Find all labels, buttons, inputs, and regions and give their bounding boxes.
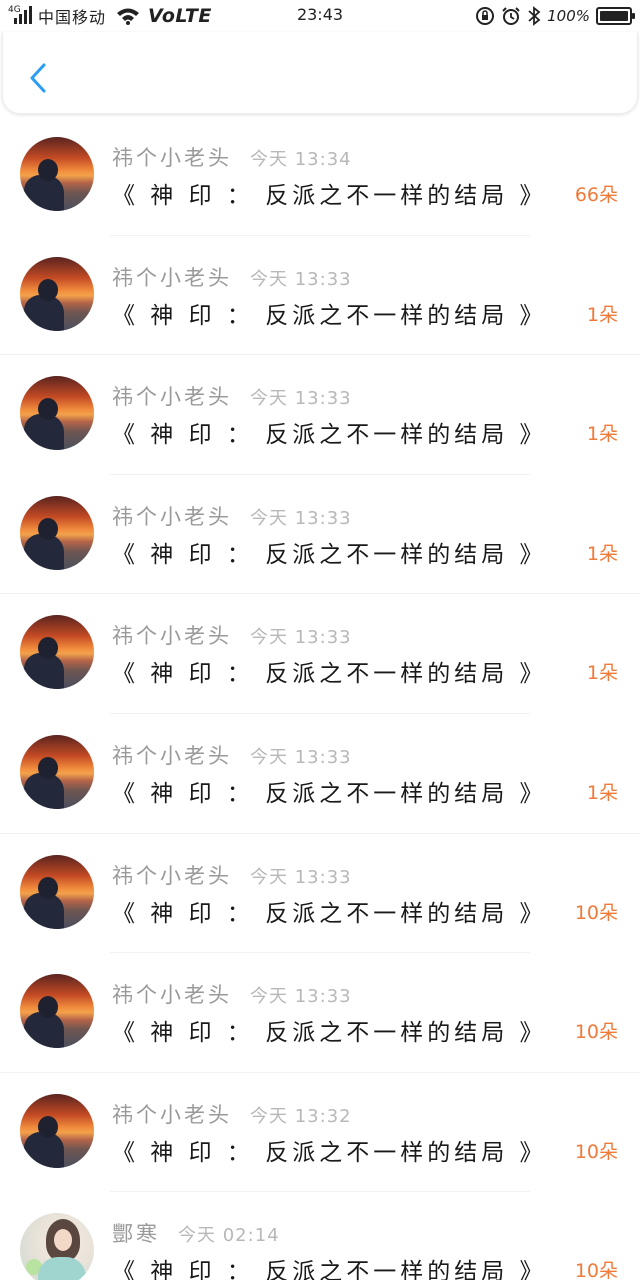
- gift-amount: 1朵: [586, 542, 618, 565]
- book-title: 《 神 印 ： 反派之不一样的结局 》: [112, 1259, 547, 1280]
- name-line: 祎个小老头 今天 13:33: [112, 860, 352, 890]
- list-item[interactable]: 祎个小老头 今天 13:33 《 神 印 ： 反派之不一样的结局 》 1朵: [0, 236, 640, 356]
- name-line: 祎个小老头 今天 13:33: [112, 381, 352, 411]
- avatar[interactable]: [20, 1093, 94, 1168]
- name-line: 祎个小老头 今天 13:33: [112, 262, 352, 292]
- user-name[interactable]: 祎个小老头: [112, 381, 232, 411]
- avatar[interactable]: [20, 137, 94, 211]
- gift-amount: 10朵: [574, 1260, 618, 1280]
- book-title: 《 神 印 ： 反派之不一样的结局 》: [112, 183, 547, 209]
- alarm-icon: [502, 7, 520, 25]
- gift-list: 祎个小老头 今天 13:34 《 神 印 ： 反派之不一样的结局 》 66朵 祎个小老头…: [0, 116, 640, 1280]
- chevron-left-icon: [30, 63, 46, 93]
- avatar[interactable]: [20, 615, 94, 690]
- user-name[interactable]: 祎个小老头: [112, 860, 232, 890]
- name-line: 酆寒 今天 02:14: [112, 1218, 280, 1248]
- gift-amount: 1朵: [586, 781, 618, 804]
- timestamp: 今天 02:14: [178, 1225, 280, 1247]
- user-name[interactable]: 祎个小老头: [112, 262, 232, 292]
- gift-amount: 10朵: [574, 1021, 618, 1044]
- status-right: 100%: [469, 4, 635, 28]
- timestamp: 今天 13:33: [250, 388, 352, 410]
- list-item[interactable]: 祎个小老头 今天 13:33 《 神 印 ： 反派之不一样的结局 》 1朵: [0, 355, 640, 475]
- timestamp: 今天 13:33: [250, 507, 352, 529]
- avatar[interactable]: [20, 1213, 94, 1280]
- user-name[interactable]: 祎个小老头: [112, 979, 232, 1009]
- list-item[interactable]: 祎个小老头 今天 13:33 《 神 印 ： 反派之不一样的结局 》 1朵: [0, 475, 640, 595]
- header: [2, 32, 638, 114]
- gift-amount: 10朵: [574, 1140, 618, 1163]
- name-line: 祎个小老头 今天 13:33: [112, 740, 352, 770]
- timestamp: 今天 13:34: [250, 149, 352, 170]
- avatar[interactable]: [20, 376, 94, 451]
- rotation-lock-icon: [476, 7, 495, 25]
- timestamp: 今天 13:33: [250, 866, 352, 888]
- user-name[interactable]: 祎个小老头: [112, 740, 232, 770]
- avatar[interactable]: [20, 256, 94, 331]
- user-name[interactable]: 酆寒: [112, 1218, 160, 1248]
- book-title: 《 神 印 ： 反派之不一样的结局 》: [112, 1139, 547, 1166]
- gift-amount: 1朵: [586, 303, 618, 326]
- list-item[interactable]: 酆寒 今天 02:14 《 神 印 ： 反派之不一样的结局 》 10朵: [0, 1192, 640, 1280]
- name-line: 祎个小老头 今天 13:33: [112, 979, 352, 1009]
- avatar[interactable]: [20, 974, 94, 1049]
- bluetooth-icon: [528, 6, 541, 26]
- user-name[interactable]: 祎个小老头: [112, 620, 232, 650]
- timestamp: 今天 13:33: [250, 268, 352, 290]
- list-item[interactable]: 祎个小老头 今天 13:34 《 神 印 ： 反派之不一样的结局 》 66朵: [0, 116, 640, 236]
- timestamp: 今天 13:33: [250, 986, 352, 1008]
- book-title: 《 神 印 ： 反派之不一样的结局 》: [112, 661, 547, 688]
- name-line: 祎个小老头 今天 13:34: [112, 142, 352, 172]
- battery-percent: 100%: [547, 7, 590, 25]
- avatar[interactable]: [20, 734, 94, 809]
- book-title: 《 神 印 ： 反派之不一样的结局 》: [112, 302, 547, 329]
- avatar[interactable]: [20, 495, 94, 570]
- list-item[interactable]: 祎个小老头 今天 13:33 《 神 印 ： 反派之不一样的结局 》 10朵: [0, 834, 640, 954]
- status-bar: 4G 中国移动 VoLTE 23:43 100%: [0, 0, 640, 32]
- name-line: 祎个小老头 今天 13:33: [112, 501, 352, 531]
- book-title: 《 神 印 ： 反派之不一样的结局 》: [112, 422, 547, 449]
- timestamp: 今天 13:32: [250, 1105, 352, 1127]
- timestamp: 今天 13:33: [250, 627, 352, 649]
- name-line: 祎个小老头 今天 13:33: [112, 620, 352, 650]
- avatar[interactable]: [20, 854, 94, 929]
- gift-amount: 1朵: [586, 662, 618, 685]
- list-item[interactable]: 祎个小老头 今天 13:32 《 神 印 ： 反派之不一样的结局 》 10朵: [0, 1073, 640, 1193]
- user-name[interactable]: 祎个小老头: [112, 142, 232, 172]
- book-title: 《 神 印 ： 反派之不一样的结局 》: [112, 900, 547, 927]
- back-button[interactable]: [23, 58, 53, 98]
- battery-icon: [596, 7, 635, 25]
- gift-amount: 66朵: [574, 184, 618, 206]
- list-item[interactable]: 祎个小老头 今天 13:33 《 神 印 ： 反派之不一样的结局 》 10朵: [0, 953, 640, 1073]
- gift-amount: 10朵: [574, 901, 618, 924]
- book-title: 《 神 印 ： 反派之不一样的结局 》: [112, 541, 547, 568]
- book-title: 《 神 印 ： 反派之不一样的结局 》: [112, 780, 547, 807]
- name-line: 祎个小老头 今天 13:32: [112, 1099, 352, 1129]
- list-item[interactable]: 祎个小老头 今天 13:33 《 神 印 ： 反派之不一样的结局 》 1朵: [0, 594, 640, 714]
- user-name[interactable]: 祎个小老头: [112, 1099, 232, 1129]
- timestamp: 今天 13:33: [250, 746, 352, 768]
- book-title: 《 神 印 ： 反派之不一样的结局 》: [112, 1020, 547, 1047]
- user-name[interactable]: 祎个小老头: [112, 501, 232, 531]
- list-item[interactable]: 祎个小老头 今天 13:33 《 神 印 ： 反派之不一样的结局 》 1朵: [0, 714, 640, 834]
- gift-amount: 1朵: [586, 423, 618, 446]
